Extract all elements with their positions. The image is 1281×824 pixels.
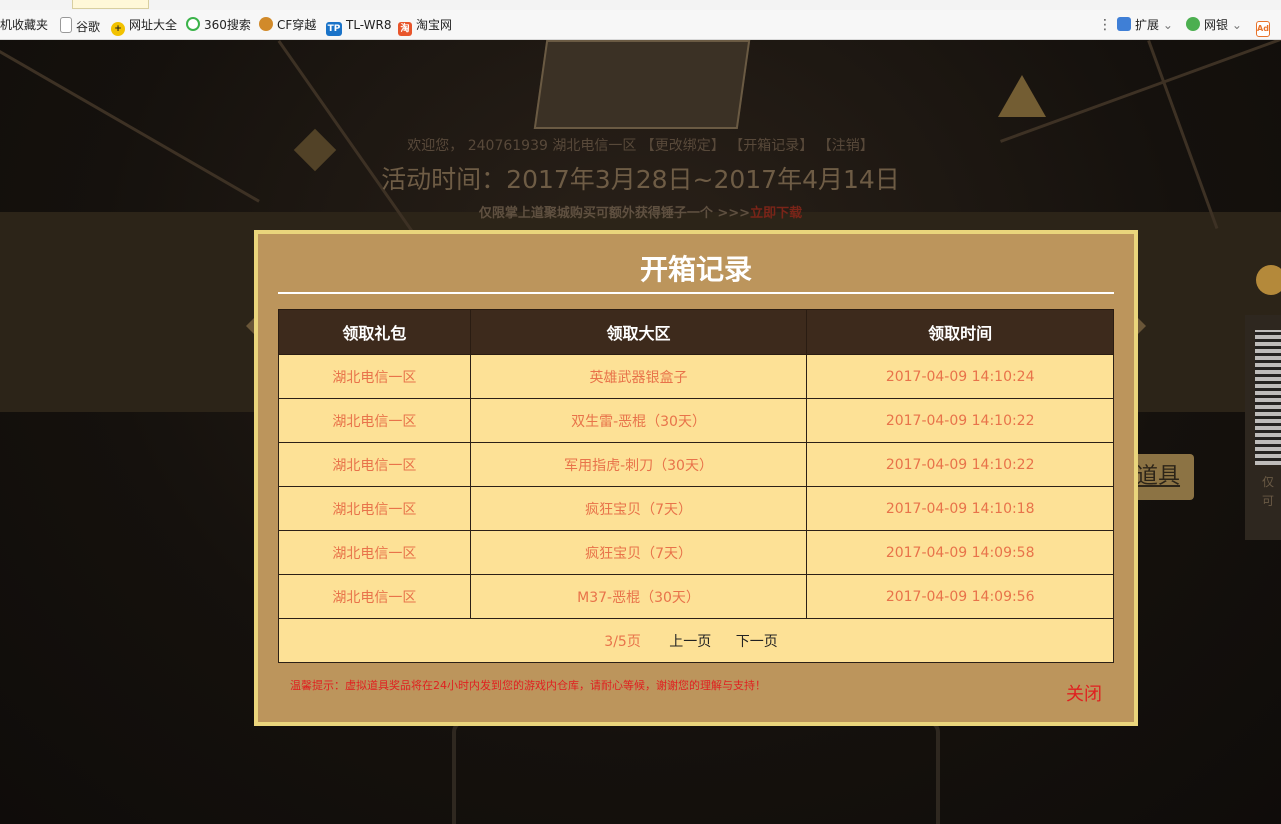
netbank-label: 网银 — [1204, 18, 1229, 32]
pager-row: 3/5页 上一页 下一页 — [278, 618, 1114, 663]
table-row: 湖北电信一区 双生雷-恶棍（30天） 2017-04-09 14:10:22 — [278, 398, 1114, 443]
download-link[interactable]: 立即下载 — [750, 206, 802, 221]
table-row: 湖北电信一区 疯狂宝贝（7天） 2017-04-09 14:09:58 — [278, 530, 1114, 575]
welcome-bar: 欢迎您， 240761939 湖北电信一区 【更改绑定】 【开箱记录】 【注销】 — [407, 138, 874, 154]
bookmark-taobao[interactable]: 淘淘宝网 — [398, 17, 453, 36]
cell-gift: 湖北电信一区 — [278, 398, 471, 443]
column-header-zone: 领取大区 — [469, 309, 808, 355]
prev-arrow-icon — [246, 318, 254, 334]
taobao-icon: 淘 — [398, 22, 412, 36]
prev-page-link[interactable]: 上一页 — [669, 634, 711, 650]
bookmark-mobile-favorites[interactable]: 机收藏夹 — [0, 17, 48, 33]
cell-time: 2017-04-09 14:10:22 — [806, 398, 1114, 443]
chevron-down-icon: ⌄ — [1162, 18, 1173, 32]
router-icon: TP — [326, 22, 342, 36]
bookmark-label: CF穿越 — [277, 18, 317, 32]
next-arrow-icon — [1138, 318, 1146, 334]
cf-game-icon — [259, 17, 273, 31]
page-icon — [60, 17, 72, 33]
promo-text: 仅限掌上道聚城购买可额外获得锤子一个 >>> — [478, 206, 751, 221]
cell-zone: 军用指虎-刺刀（30天） — [469, 442, 808, 487]
page-indicator: 3/5页 — [604, 633, 641, 650]
column-header-gift: 领取礼包 — [278, 309, 471, 355]
pager-cell: 3/5页 上一页 下一页 — [278, 618, 1114, 663]
more-menu-icon[interactable]: ⋮ — [1098, 17, 1112, 33]
bookmark-cf[interactable]: CF穿越 — [259, 17, 316, 33]
bookmark-label: 机收藏夹 — [0, 18, 49, 32]
bookmarks-bar: 机收藏夹 谷歌 + 网址大全 360搜索 CF穿越 TP TL-WR8 淘淘宝网 ⋮… — [0, 10, 1281, 40]
table-header-row: 领取礼包 领取大区 领取时间 — [278, 309, 1114, 355]
bookmark-label: 谷歌 — [76, 20, 101, 34]
cell-time: 2017-04-09 14:09:58 — [806, 530, 1114, 575]
cell-gift: 湖北电信一区 — [278, 442, 471, 487]
title-divider — [278, 292, 1114, 294]
promo-notice: 仅限掌上道聚城购买可额外获得锤子一个 >>>立即下载 — [0, 202, 1281, 221]
next-page-link[interactable]: 下一页 — [736, 634, 778, 650]
bookmark-google[interactable]: 谷歌 — [60, 17, 101, 34]
bookmark-label: TL-WR8 — [346, 18, 392, 32]
extensions-button[interactable]: 扩展 ⌄ — [1117, 17, 1173, 33]
records-table: 领取礼包 领取大区 领取时间 湖北电信一区 英雄武器银盒子 2017-04-09… — [278, 309, 1114, 663]
table-row: 湖北电信一区 M37-恶棍（30天） 2017-04-09 14:09:56 — [278, 574, 1114, 619]
bookmark-label: 360搜索 — [204, 18, 251, 32]
treasure-box-graphic — [533, 40, 751, 129]
cell-gift: 湖北电信一区 — [278, 354, 471, 399]
bookmark-nav-site[interactable]: + 网址大全 — [111, 17, 178, 36]
ad-block-icon: Ad — [1256, 21, 1270, 37]
netbank-button[interactable]: 网银 ⌄ — [1186, 17, 1242, 33]
table-row: 湖北电信一区 疯狂宝贝（7天） 2017-04-09 14:10:18 — [278, 486, 1114, 531]
side-panel-text: 仅 — [1262, 475, 1275, 489]
bookmark-360-search[interactable]: 360搜索 — [186, 17, 251, 33]
close-button[interactable]: 关闭 — [1066, 680, 1102, 706]
search-360-icon — [186, 17, 200, 31]
column-header-time: 领取时间 — [806, 309, 1114, 355]
open-box-record-dialog: 开箱记录 领取礼包 领取大区 领取时间 湖北电信一区 英雄武器银盒子 2017-… — [254, 230, 1138, 726]
cell-zone: 英雄武器银盒子 — [469, 354, 808, 399]
cell-zone: 疯狂宝贝（7天） — [469, 486, 808, 531]
bookmark-router[interactable]: TP TL-WR8 — [326, 17, 392, 36]
avatar-icon — [1256, 265, 1281, 295]
table-row: 湖北电信一区 军用指虎-刺刀（30天） 2017-04-09 14:10:22 — [278, 442, 1114, 487]
cell-gift: 湖北电信一区 — [278, 530, 471, 575]
qr-code-icon — [1255, 330, 1281, 465]
ad-block-button[interactable]: Ad — [1256, 17, 1274, 37]
cell-gift: 湖北电信一区 — [278, 574, 471, 619]
nav-site-icon: + — [111, 22, 125, 36]
triangle-gem-graphic — [998, 75, 1046, 117]
extensions-label: 扩展 — [1135, 18, 1160, 32]
browser-tab[interactable] — [72, 0, 149, 9]
cell-zone: 双生雷-恶棍（30天） — [469, 398, 808, 443]
dialog-title: 开箱记录 — [639, 253, 752, 286]
bookmark-label: 淘宝网 — [416, 18, 453, 32]
chevron-down-icon: ⌄ — [1231, 18, 1242, 32]
activity-time: 活动时间：2017年3月28日~2017年4月14日 — [381, 165, 900, 194]
table-row: 湖北电信一区 英雄武器银盒子 2017-04-09 14:10:24 — [278, 354, 1114, 399]
bottom-frame-decor — [452, 720, 940, 824]
side-panel-text: 可 — [1262, 494, 1275, 508]
bookmark-label: 网址大全 — [129, 18, 178, 32]
cell-time: 2017-04-09 14:10:24 — [806, 354, 1114, 399]
shield-icon — [1186, 17, 1200, 31]
cell-zone: M37-恶棍（30天） — [469, 574, 808, 619]
warm-tip: 温馨提示：虚拟道具奖品将在24小时内发到您的游戏内仓库，请耐心等候，谢谢您的理解… — [290, 679, 766, 692]
cell-zone: 疯狂宝贝（7天） — [469, 530, 808, 575]
browser-tab-strip — [0, 0, 1281, 10]
extensions-icon — [1117, 17, 1131, 31]
cell-gift: 湖北电信一区 — [278, 486, 471, 531]
cell-time: 2017-04-09 14:10:18 — [806, 486, 1114, 531]
cell-time: 2017-04-09 14:09:56 — [806, 574, 1114, 619]
cell-time: 2017-04-09 14:10:22 — [806, 442, 1114, 487]
